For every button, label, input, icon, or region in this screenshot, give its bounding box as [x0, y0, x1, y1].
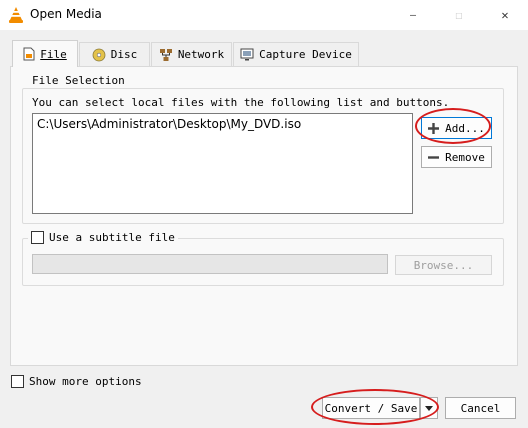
tab-network[interactable]: Network — [151, 42, 232, 66]
show-more-options-label: Show more options — [29, 375, 142, 388]
convert-dropdown-button[interactable] — [420, 397, 438, 419]
subtitle-checkbox[interactable] — [31, 231, 44, 244]
close-icon: ✕ — [501, 8, 509, 22]
tab-capture-device[interactable]: Capture Device — [233, 42, 359, 66]
tab-disc-label: Disc — [110, 48, 138, 61]
title-bar: Open Media — ☐ ✕ — [0, 0, 528, 30]
file-icon — [23, 47, 35, 61]
remove-button[interactable]: Remove — [421, 146, 492, 168]
add-button[interactable]: Add... — [421, 117, 492, 139]
tab-capture-device-label: Capture Device — [259, 48, 352, 61]
list-item[interactable]: C:\Users\Administrator\Desktop\My_DVD.is… — [37, 117, 301, 131]
minimize-button[interactable]: — — [390, 0, 436, 30]
convert-save-button[interactable]: Convert / Save — [322, 397, 420, 419]
file-selection-legend: File Selection — [29, 74, 128, 87]
window-title: Open Media — [30, 7, 102, 21]
close-button[interactable]: ✕ — [482, 0, 528, 30]
cancel-button-label: Cancel — [460, 401, 501, 415]
browse-button[interactable]: Browse... — [395, 255, 492, 275]
subtitle-legend: Use a subtitle file — [28, 231, 178, 244]
vlc-cone-icon — [8, 6, 24, 27]
network-icon — [159, 48, 173, 62]
chevron-down-icon — [425, 405, 433, 411]
convert-save-label: Convert / Save — [324, 401, 418, 415]
capture-device-icon — [240, 48, 254, 61]
show-more-options[interactable]: Show more options — [11, 375, 142, 388]
minimize-icon: — — [409, 9, 417, 21]
subtitle-path-input[interactable] — [32, 254, 388, 274]
tab-disc[interactable]: Disc — [79, 42, 150, 66]
show-more-options-checkbox[interactable] — [11, 375, 24, 388]
maximize-button[interactable]: ☐ — [436, 0, 482, 30]
browse-button-label: Browse... — [413, 258, 474, 272]
file-list[interactable]: C:\Users\Administrator\Desktop\My_DVD.is… — [32, 113, 413, 214]
file-selection-description: You can select local files with the foll… — [32, 96, 450, 109]
cancel-button[interactable]: Cancel — [445, 397, 516, 419]
tab-file[interactable]: File — [12, 40, 78, 67]
plus-icon — [428, 122, 440, 134]
subtitle-checkbox-label: Use a subtitle file — [49, 231, 175, 244]
add-button-label: Add... — [445, 121, 485, 135]
disc-icon — [92, 48, 106, 62]
tab-network-label: Network — [177, 48, 225, 61]
tab-file-label: File — [40, 47, 67, 61]
remove-button-label: Remove — [445, 150, 485, 164]
maximize-icon: ☐ — [455, 8, 463, 22]
minus-icon — [428, 152, 440, 163]
